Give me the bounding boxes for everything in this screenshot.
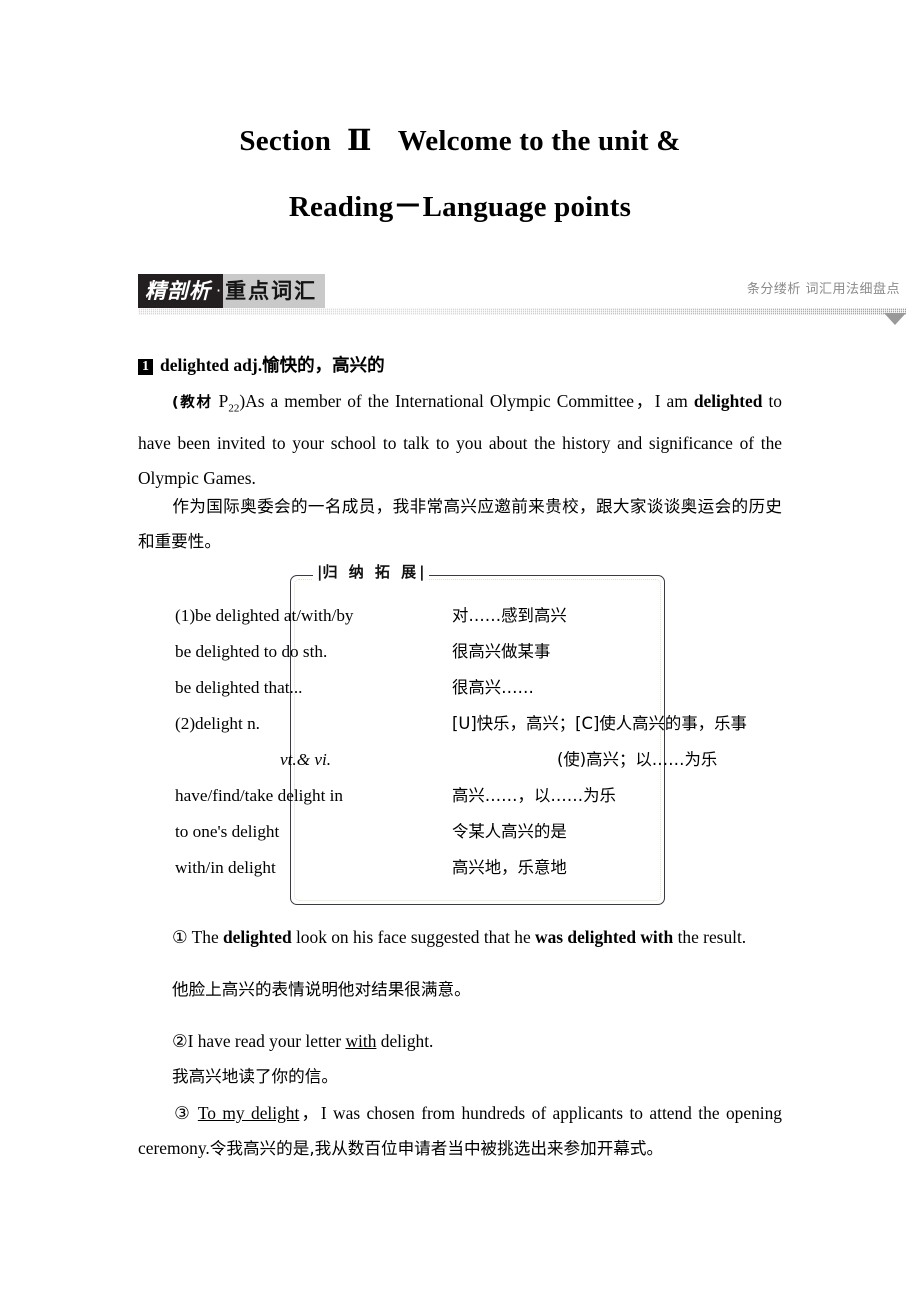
table-cell-phrase: with/in delight [175, 858, 276, 877]
expansion-box-title-text: 归 纳 拓 展 [322, 563, 420, 581]
table-cell-phrase: have/find/take delight in [175, 786, 344, 805]
banner-tag-grey-label: 重点词汇 [223, 274, 326, 308]
example-bold-delighted: delighted [693, 391, 763, 411]
document-page: Section Ⅱ Welcome to the unit & Reading－La… [0, 0, 920, 1302]
table-row: vt.& vi. (使)高兴；以……为乐 [175, 742, 795, 778]
source-page-number: 22 [228, 402, 240, 415]
table-cell-phrase: be delighted to do sth. [175, 642, 328, 661]
bracket-right-icon: | [419, 563, 425, 581]
table-cell-phrase: vt.& vi. [175, 742, 557, 778]
example-1-text-part-1: The [187, 927, 224, 947]
section-banner: 精剖析 · 重点词汇 条分缕析 词汇用法细盘点 [138, 274, 906, 325]
table-cell-phrase-text: vt.& vi. [280, 750, 332, 769]
example-3-english: ③ To my delight，I was chosen from hundre… [138, 1096, 782, 1166]
example-2-marker: ② [172, 1031, 188, 1051]
table-cell-meaning: 很高兴做某事 [452, 642, 551, 661]
table-row: be delighted to do sth. 很高兴做某事 [175, 634, 795, 670]
title-line-2: Reading－Language points [288, 191, 632, 223]
table-row: to one's delight 令某人高兴的是 [175, 814, 795, 850]
entry-heading: 1 delighted adj.愉快的，高兴的 [138, 352, 385, 377]
expansion-table: (1)be delighted at/with/by 对……感到高兴 be de… [175, 598, 795, 886]
example-1-bold-2: was delighted with [535, 927, 674, 947]
textbook-example-chinese: 作为国际奥委会的一名成员，我非常高兴应邀前来贵校，跟大家谈谈奥运会的历史和重要性… [138, 489, 782, 559]
example-1-english: ① The delighted look on his face suggest… [138, 920, 782, 955]
banner-subtitle-note: 条分缕析 词汇用法细盘点 [746, 282, 900, 297]
example-2-chinese: 我高兴地读了你的信。 [138, 1059, 782, 1094]
example-text-part-1: As a member of the International Olympic… [245, 391, 694, 411]
example-1-bold-1: delighted [223, 927, 292, 947]
source-page: P22) [213, 391, 245, 415]
example-1-chinese: 他脸上高兴的表情说明他对结果很满意。 [138, 972, 782, 1007]
title-section-rest: Welcome to the unit & [397, 125, 681, 157]
entry-headword: delighted adj.愉快的，高兴的 [160, 355, 385, 375]
table-row: (1)be delighted at/with/by 对……感到高兴 [175, 598, 795, 634]
table-cell-meaning: 对……感到高兴 [452, 606, 567, 625]
example-2-text-part-2: delight. [376, 1031, 434, 1051]
table-cell-meaning: (使)高兴；以……为乐 [557, 750, 718, 769]
banner-gradient-bar [138, 308, 906, 315]
example-1-text-part-3: the result. [673, 927, 747, 947]
banner-tag-dark-label: 精剖析 [138, 274, 216, 308]
table-cell-meaning: 很高兴…… [452, 678, 534, 697]
triangle-down-icon [884, 313, 906, 325]
example-3-marker: ③ [172, 1103, 192, 1123]
expansion-box-title: |归 纳 拓 展| [313, 562, 429, 582]
example-translation: 作为国际奥委会的一名成员，我非常高兴应邀前来贵校，跟大家谈谈奥运会的历史和重要性… [138, 497, 782, 551]
page-title: Section Ⅱ Welcome to the unit & Reading－La… [138, 108, 782, 240]
table-cell-phrase: to one's delight [175, 822, 280, 841]
title-section-roman: Ⅱ [347, 125, 372, 157]
example-2-translation: 我高兴地读了你的信。 [172, 1067, 338, 1086]
example-2-text-part-1: I have read your letter [187, 1031, 346, 1051]
textbook-example-english: (教材 P22)As a member of the International… [138, 384, 782, 496]
banner-tag-group: 精剖析 · 重点词汇 [138, 274, 326, 308]
table-cell-phrase: be delighted that... [175, 678, 303, 697]
table-row: have/find/take delight in 高兴……，以……为乐 [175, 778, 795, 814]
example-3-underlined-phrase: To my delight [197, 1103, 300, 1123]
entry-number-badge: 1 [138, 359, 153, 375]
table-row: (2)delight n. [U]快乐，高兴；[C]使人高兴的事，乐事 [175, 706, 795, 742]
example-1-translation: 他脸上高兴的表情说明他对结果很满意。 [172, 980, 471, 999]
example-1-text-part-2: look on his face suggested that he [291, 927, 536, 947]
example-2-english: ②I have read your letter with delight. [138, 1024, 782, 1059]
source-label: (教材 [172, 395, 213, 411]
title-section-word: Section [239, 125, 332, 157]
example-2-underlined-word: with [345, 1031, 377, 1051]
banner-tag-dot: · [216, 274, 224, 308]
table-cell-meaning: 高兴地，乐意地 [452, 858, 567, 877]
table-cell-meaning: 令某人高兴的是 [452, 822, 567, 841]
table-cell-phrase: (1)be delighted at/with/by [175, 606, 354, 625]
table-cell-meaning: [U]快乐，高兴；[C]使人高兴的事，乐事 [452, 714, 747, 733]
example-1-marker: ① [172, 927, 188, 947]
source-page-letter: P [218, 391, 229, 411]
title-line-1: Section Ⅱ Welcome to the unit & [138, 108, 782, 174]
table-cell-meaning: 高兴……，以……为乐 [452, 786, 616, 805]
table-cell-phrase: (2)delight n. [175, 706, 452, 742]
table-row: with/in delight 高兴地，乐意地 [175, 850, 795, 886]
example-3-translation: 令我高兴的是,我从数百位申请者当中被挑选出来参加开幕式。 [209, 1139, 664, 1158]
table-row: be delighted that... 很高兴…… [175, 670, 795, 706]
table-cell-phrase-text: (2)delight n. [175, 714, 260, 733]
